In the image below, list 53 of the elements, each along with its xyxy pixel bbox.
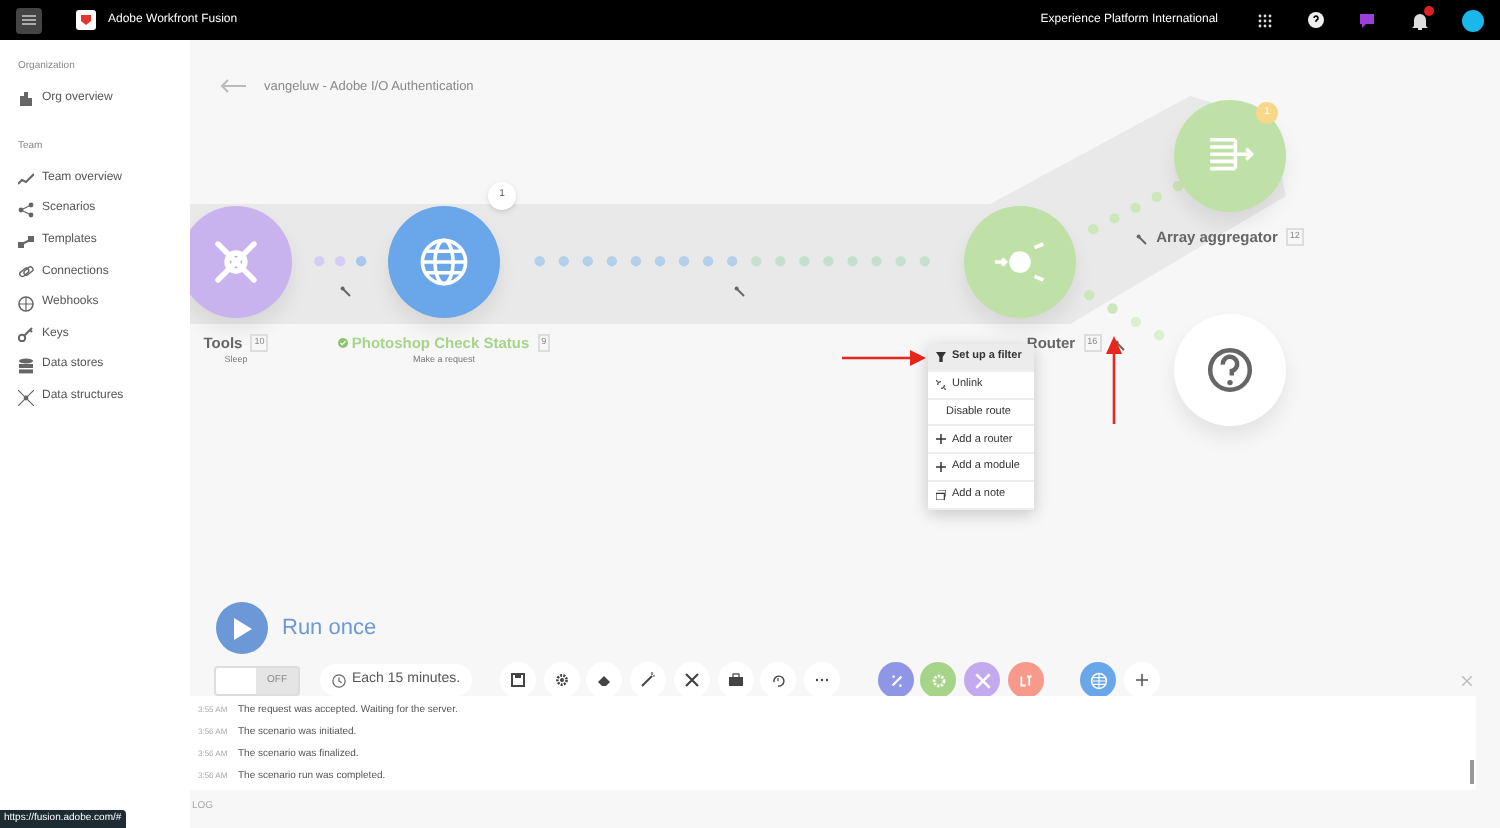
globe-icon [1089,671,1107,689]
link-icon [18,264,34,281]
history-icon [770,672,787,688]
save-icon [510,672,526,688]
run-button[interactable] [216,602,268,654]
wrench-icon[interactable] [734,286,746,298]
notifications-button[interactable] [1412,11,1430,29]
toolbar-button[interactable] [586,662,623,698]
toolbar-button[interactable] [673,662,710,698]
db-icon [18,357,34,374]
wrench-icon[interactable] [1136,234,1148,246]
menu-button[interactable] [16,7,42,33]
chart-icon [18,170,34,187]
plus-icon [936,462,946,473]
struct-icon [18,389,34,406]
magic-wand-icon [640,672,657,688]
shield-logo-icon [76,10,96,30]
wrench-icon[interactable] [340,286,352,298]
plus-icon [1136,674,1148,686]
user-avatar[interactable] [1462,9,1484,31]
annotation-arrow [1106,336,1122,424]
annotation-arrow [842,350,926,366]
unlink-icon [936,379,946,390]
clock-icon [332,673,346,687]
add-button[interactable] [1124,662,1160,698]
key-icon [18,326,34,343]
chat-icon[interactable] [1360,12,1376,28]
favorite-module-button[interactable] [878,662,914,698]
toolbar-button[interactable] [543,662,580,698]
plus-icon [936,434,946,445]
connection-dots [1084,290,1166,342]
settings-icon [553,672,570,688]
globe-icon [18,295,34,312]
favorite-module-button[interactable] [1080,662,1116,698]
flow-control-icon [887,671,905,689]
check-icon [337,338,348,349]
text-icon [1017,671,1035,689]
scroll-bar [1470,760,1474,784]
menu-icon [22,14,36,26]
filter-icon [936,351,946,362]
template-icon [18,233,34,250]
toolbar-button[interactable] [630,662,667,698]
connection-dots [314,256,368,268]
apps-grid-icon[interactable] [1258,13,1272,27]
help-icon[interactable] [1308,12,1324,28]
gear-icon [929,671,947,689]
note-icon [936,489,946,500]
building-icon [18,90,34,107]
share-icon [18,201,34,218]
play-icon [232,617,252,639]
toolbar-button[interactable] [500,662,536,698]
briefcase-icon [727,672,743,688]
toolbar-button[interactable] [717,662,753,698]
